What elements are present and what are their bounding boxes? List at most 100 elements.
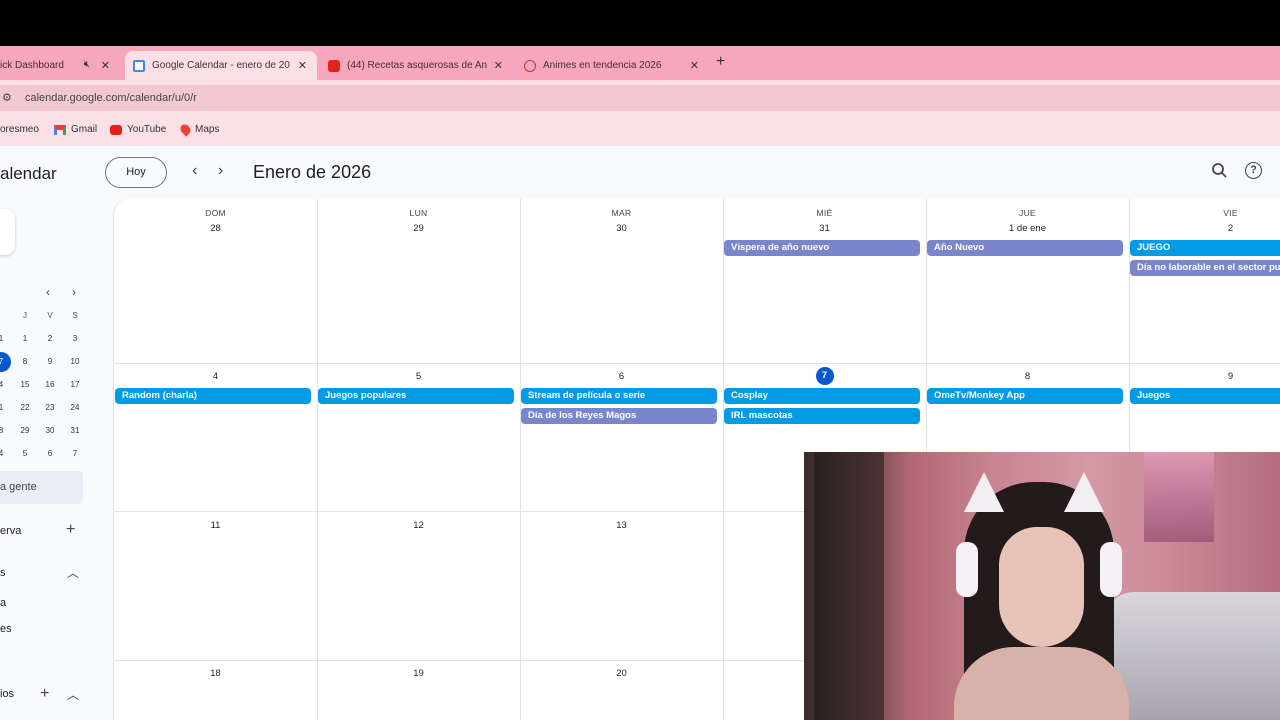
mini-calendar-today[interactable]: 7 [0,352,11,372]
tab-animes-tendencia[interactable]: Animes en tendencia 2026 ✕ [516,51,709,80]
day-number[interactable]: 9 [1129,371,1280,382]
help-icon[interactable]: ? [1245,162,1262,179]
mini-calendar-day[interactable]: 23 [40,398,60,418]
bookmark-youtube[interactable]: YouTube [110,124,166,135]
today-day-number[interactable]: 7 [723,367,926,385]
mini-calendar-day[interactable]: 8 [0,421,11,441]
streamer-figure [954,472,1129,720]
tab-google-calendar[interactable]: Google Calendar - enero de 20 ✕ [125,51,317,80]
mini-calendar-day[interactable]: 9 [40,352,60,372]
close-tab-icon[interactable]: ✕ [690,59,699,72]
event-chip[interactable]: Víspera de año nuevo [724,240,920,256]
calendar-list-item[interactable]: a [0,597,6,609]
event-chip[interactable]: OmeTv/Monkey App [927,388,1123,404]
event-chip[interactable]: Juegos [1130,388,1280,404]
day-number[interactable]: 2 [1129,223,1280,234]
bookmarks-bar: oresmeo Gmail YouTube Maps [0,116,1280,146]
weekday-header: LUN [409,208,428,218]
new-tab-button[interactable]: + [716,53,725,71]
event-chip[interactable]: Stream de película o serie [521,388,717,404]
chevron-up-icon[interactable]: ︿ [67,564,79,581]
url-text[interactable]: calendar.google.com/calendar/u/0/r [25,92,197,104]
event-chip[interactable]: Random (charla) [115,388,311,404]
day-number[interactable]: 12 [317,520,520,531]
event-chip[interactable]: Juegos populares [318,388,514,404]
close-tab-icon[interactable]: ✕ [494,59,503,72]
booking-pages-label: erva [0,525,22,537]
bookmark-label: Maps [195,124,220,135]
day-number[interactable]: 5 [317,371,520,382]
mini-calendar-day[interactable]: 22 [15,398,35,418]
search-icon[interactable] [1211,162,1228,184]
event-chip[interactable]: Año Nuevo [927,240,1123,256]
tab-dashboard[interactable]: ick Dashboard 🔇︎ ✕ [0,51,120,80]
mini-calendar-day[interactable]: 4 [0,375,11,395]
mini-calendar-day[interactable]: 24 [65,398,85,418]
calendar-list-item[interactable]: es [0,623,12,635]
mini-calendar-day[interactable]: 15 [15,375,35,395]
event-chip[interactable]: JUEGO [1130,240,1280,256]
day-number[interactable]: 19 [317,668,520,679]
tab-label: Animes en tendencia 2026 [543,60,662,71]
day-number[interactable]: 6 [520,371,723,382]
mini-calendar-day[interactable]: 31 [65,421,85,441]
day-number[interactable]: 29 [317,223,520,234]
event-chip[interactable]: Día de los Reyes Magos [521,408,717,424]
weekday-header: MIÉ [816,208,833,218]
day-number[interactable]: 11 [114,520,317,531]
mini-calendar-day[interactable]: 1 [15,329,35,349]
webcam-background-door [814,452,884,720]
event-chip[interactable]: Cosplay [724,388,920,404]
day-number[interactable]: 1 de ene [926,223,1129,234]
bookmark-item[interactable]: oresmeo [0,124,39,135]
day-number[interactable]: 28 [114,223,317,234]
bookmark-maps[interactable]: Maps [178,122,220,137]
weekday-header: MAR [611,208,632,218]
mini-calendar-day[interactable]: 30 [40,421,60,441]
today-button[interactable]: Hoy [105,157,167,188]
mini-calendar-next-icon[interactable]: › [72,285,76,299]
mini-calendar-day[interactable]: 8 [15,352,35,372]
close-tab-icon[interactable]: ✕ [101,59,110,72]
weekday-header: JUE [1019,208,1036,218]
maps-icon [178,122,193,137]
section-header: s [0,567,6,579]
bookmark-label: Gmail [71,124,98,135]
previous-period-icon[interactable]: ‹ [192,162,197,180]
bookmark-label: oresmeo [0,124,39,135]
event-chip[interactable]: Día no laborable en el sector pu [1130,260,1280,276]
tab-youtube-recetas[interactable]: (44) Recetas asquerosas de Ani ✕ [320,51,513,80]
mini-calendar-prev-icon[interactable]: ‹ [46,285,50,299]
close-tab-icon[interactable]: ✕ [298,59,307,72]
day-number[interactable]: 4 [114,371,317,382]
day-number[interactable]: 31 [723,223,926,234]
mini-calendar-day[interactable]: 3 [65,329,85,349]
mini-calendar-day[interactable]: 16 [40,375,60,395]
site-settings-icon[interactable]: ⚙︎ [2,91,12,104]
day-number[interactable]: 8 [926,371,1129,382]
day-number[interactable]: 20 [520,668,723,679]
event-chip[interactable]: IRL mascotas [724,408,920,424]
mini-calendar-day[interactable]: 1 [0,329,11,349]
mini-calendar-day[interactable]: 6 [40,444,60,464]
add-icon[interactable]: + [40,685,49,703]
mini-calendar-day[interactable]: 17 [65,375,85,395]
mini-calendar-day[interactable]: 1 [0,398,11,418]
mini-calendar-day[interactable]: 10 [65,352,85,372]
search-people-input[interactable]: a gente [0,471,83,504]
muted-icon[interactable]: 🔇︎ [84,59,90,70]
day-number[interactable]: 13 [520,520,723,531]
mini-calendar-day[interactable]: 7 [65,444,85,464]
add-icon[interactable]: + [66,521,75,539]
mini-calendar-day[interactable]: 2 [40,329,60,349]
next-period-icon[interactable]: › [218,162,223,180]
address-bar-row: ⚙︎ calendar.google.com/calendar/u/0/r [0,80,1280,116]
mini-calendar-day[interactable]: 29 [15,421,35,441]
day-number[interactable]: 30 [520,223,723,234]
mini-calendar-day[interactable]: 4 [0,444,11,464]
bookmark-gmail[interactable]: Gmail [54,124,97,135]
mini-calendar-day[interactable]: 5 [15,444,35,464]
day-number[interactable]: 18 [114,668,317,679]
chevron-up-icon[interactable]: ︿ [67,686,79,703]
create-button[interactable] [0,209,15,255]
